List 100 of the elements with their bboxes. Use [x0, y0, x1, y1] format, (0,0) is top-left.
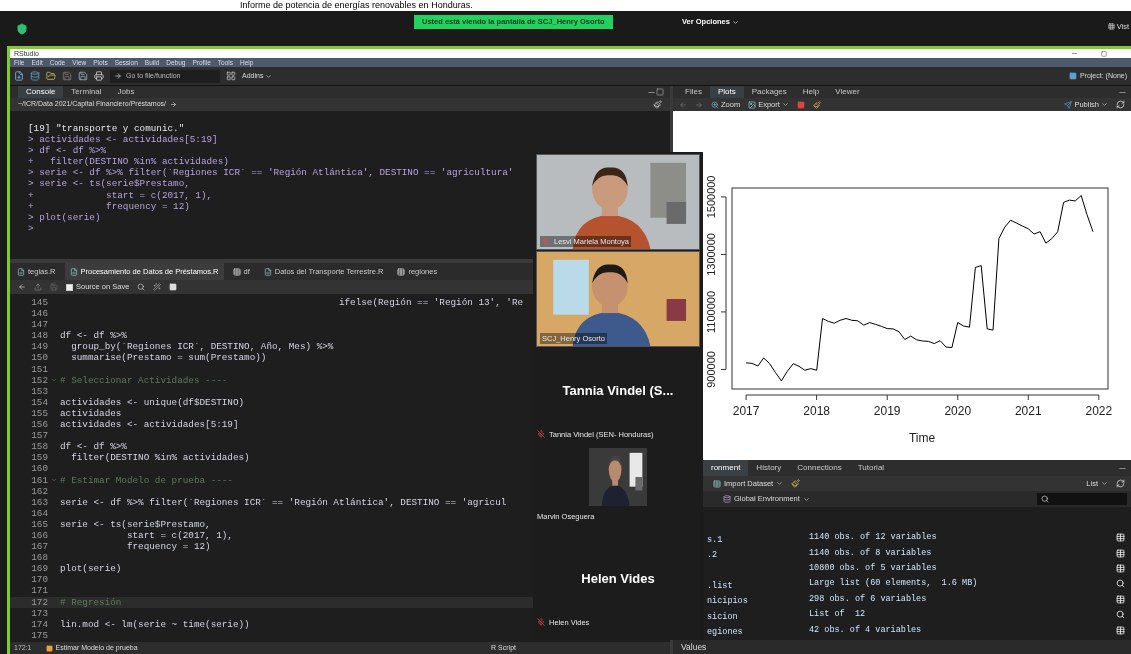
line-number: 159 [30, 452, 48, 464]
variable-value: Large list (60 elements, 1.6 MB) [809, 577, 978, 591]
magnifier-icon [711, 100, 719, 109]
code-line: actividades <- unique(df$DESTINO) [60, 396, 245, 408]
y-tick-label: 1300000 [705, 233, 717, 276]
refresh-icon[interactable] [1116, 479, 1125, 488]
caret-icon [781, 101, 789, 108]
line-number: 158 [30, 441, 48, 453]
y-tick-label: 1100000 [705, 290, 717, 333]
x-tick-label: 2022 [1085, 404, 1113, 418]
table-icon[interactable] [1116, 533, 1125, 543]
console-line: > plot(serie) [28, 211, 101, 223]
save-all-icon[interactable] [78, 71, 88, 81]
section-icon [45, 644, 53, 652]
table-icon[interactable] [1116, 625, 1125, 635]
pane-tab[interactable]: Connections [789, 460, 850, 476]
line-number: 168 [30, 552, 48, 564]
console-line: + frequency = 12) [28, 200, 190, 212]
pane-tab[interactable]: Plots [709, 86, 744, 98]
code-line: # Regresión [60, 596, 122, 608]
maximize-icon[interactable] [1101, 50, 1107, 57]
line-number: 165 [30, 518, 48, 530]
code-line: plot(serie) [60, 563, 122, 575]
file-icon [69, 267, 78, 276]
source-on-save-checkbox[interactable] [66, 283, 73, 291]
line-number: 156 [30, 419, 48, 431]
line-number: 162 [30, 485, 48, 497]
image-icon [748, 100, 757, 109]
console-line: [19] "transporte y comunic." [28, 123, 185, 135]
line-number: 147 [30, 319, 48, 331]
new-file-icon[interactable] [14, 71, 24, 81]
code-line: serie <- df %>% filter(`Regiones ICR` == 'Región Atlántica', DESTINO == 'agricul [60, 496, 507, 508]
file-icon [263, 267, 272, 276]
code-line: lin.mod <- lm(serie ~ time(serie)) [60, 618, 250, 630]
pane-layout-icon[interactable] [226, 71, 236, 81]
line-number: 167 [30, 541, 48, 553]
line-number: 166 [30, 529, 48, 542]
code-line: frequency = 12) [125, 541, 211, 553]
table-icon [232, 267, 241, 276]
caret-icon [1101, 480, 1108, 487]
pane-tab[interactable]: Viewer [827, 86, 868, 98]
code-line: filter(DESTINO %in% actividades) [70, 452, 250, 464]
refresh-icon[interactable] [1116, 100, 1125, 109]
search-icon[interactable] [137, 283, 146, 291]
open-folder-icon[interactable] [46, 71, 56, 81]
line-number: 174 [30, 618, 48, 630]
variable-name: sicion [707, 611, 738, 622]
line-number: 155 [30, 407, 48, 420]
line-number: 146 [30, 308, 48, 320]
pane-tab[interactable]: Files [677, 86, 710, 98]
line-number: 175 [30, 629, 48, 641]
show-in-window-icon[interactable] [34, 283, 42, 291]
go-to-directory-icon[interactable] [170, 101, 178, 108]
wand-icon[interactable] [153, 283, 162, 291]
caret-icon [802, 495, 810, 503]
search-icon[interactable] [1116, 610, 1125, 620]
caret-icon [265, 72, 273, 80]
code-line: start = c(2017, 1), [125, 529, 233, 542]
pane-tab[interactable]: Console [18, 86, 64, 98]
arrow-icon [114, 72, 122, 80]
pane-tab[interactable]: History [748, 460, 790, 476]
clear-plots-icon[interactable] [812, 100, 821, 109]
pane-tab[interactable]: Terminal [63, 86, 110, 98]
line-number: 161 [30, 474, 48, 486]
table-icon[interactable] [1116, 594, 1125, 604]
back-icon[interactable] [18, 283, 26, 291]
code-line: # Estimar Modelo de prueba ---- [60, 474, 233, 486]
line-number: 149 [30, 341, 48, 353]
search-field[interactable] [1037, 493, 1127, 505]
line-number: 173 [30, 607, 48, 619]
maximize-pane-icon[interactable] [656, 88, 664, 96]
publish-icon [1064, 100, 1073, 109]
section-header: Values [681, 640, 707, 654]
variable-name: s.1 [707, 534, 723, 545]
clear-console-icon[interactable] [653, 100, 662, 109]
new-project-icon[interactable] [30, 71, 40, 81]
table-icon[interactable] [1116, 548, 1125, 558]
pane-tab[interactable]: Help [794, 86, 828, 98]
search-icon[interactable] [1116, 579, 1125, 589]
y-tick-label: 900000 [705, 351, 717, 388]
console-line: > [28, 222, 34, 234]
pane-tab[interactable]: Tutorial [849, 460, 893, 476]
console-line: > actividades <- actividades[5:19] [28, 134, 218, 146]
pane-tab[interactable]: Packages [743, 86, 795, 98]
pane-tab[interactable]: Jobs [109, 86, 143, 98]
line-number: 152 [30, 374, 48, 386]
print-icon[interactable] [94, 71, 104, 81]
variable-value: 298 obs. of 6 variables [809, 592, 927, 606]
x-tick-label: 2019 [873, 404, 901, 418]
pane-tab[interactable]: ronment [703, 460, 749, 476]
code-line: actividades <- actividades[5:19] [60, 419, 239, 431]
table-icon[interactable] [1116, 563, 1125, 573]
code-line: df <- df %>% [60, 441, 127, 453]
minimize-icon[interactable] [1071, 50, 1078, 57]
table-icon [397, 267, 406, 276]
x-tick-label: 2021 [1014, 404, 1042, 418]
clear-environment-icon[interactable] [791, 479, 801, 488]
save-icon[interactable] [62, 71, 72, 81]
x-tick-label: 2018 [803, 404, 830, 418]
line-number: 150 [30, 352, 48, 364]
